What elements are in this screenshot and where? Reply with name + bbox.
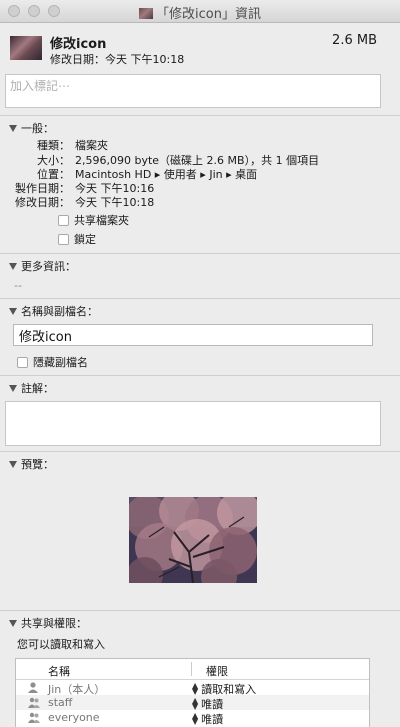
up-down-arrows-icon: ▲ ▼ — [192, 711, 199, 726]
permission-summary: 您可以讀取和寫入 — [17, 638, 105, 651]
shared-folder-checkbox[interactable]: 共享檔案夾 — [58, 212, 129, 228]
user-icon — [28, 682, 38, 693]
section-name-ext-toggle[interactable]: 名稱與副檔名： — [9, 303, 98, 319]
group-icon — [28, 697, 40, 708]
column-name-header[interactable]: 名稱 — [48, 663, 70, 679]
locked-checkbox[interactable]: 鎖定 — [58, 231, 96, 247]
column-separator — [191, 662, 192, 676]
divider — [0, 451, 400, 452]
disclosure-triangle-icon — [9, 384, 17, 392]
section-sharing-toggle[interactable]: 共享與權限： — [9, 615, 87, 631]
disclosure-triangle-icon — [9, 124, 17, 132]
table-row[interactable]: staff ▲ ▼ 唯讀 — [16, 695, 369, 711]
group-icon — [28, 712, 40, 723]
table-header: 名稱 權限 — [16, 659, 369, 680]
name-field[interactable] — [13, 324, 373, 346]
file-name: 修改icon — [50, 37, 107, 52]
row-user-name: staff — [48, 696, 73, 709]
checkbox-box[interactable] — [58, 233, 69, 245]
more-info-value: -- — [14, 279, 22, 292]
folder-thumbnail-icon — [139, 8, 154, 19]
disclosure-triangle-icon — [9, 307, 17, 315]
row-user-name: everyone — [48, 711, 100, 724]
table-row[interactable]: everyone ▲ ▼ 唯讀 — [16, 710, 369, 727]
section-comments-toggle[interactable]: 註解： — [9, 380, 54, 396]
checkbox-box[interactable] — [58, 214, 69, 226]
divider — [0, 115, 400, 116]
column-privilege-header[interactable]: 權限 — [206, 663, 228, 679]
disclosure-triangle-icon — [9, 619, 17, 627]
title-bar[interactable]: 「修改icon」資訊 — [0, 0, 400, 23]
disclosure-triangle-icon — [9, 460, 17, 468]
file-modified: 修改日期：今天 下午10:18 — [50, 53, 185, 66]
window-title: 「修改icon」資訊 — [0, 3, 400, 22]
file-thumbnail — [10, 36, 42, 60]
info-window: 「修改icon」資訊 修改icon 2.6 MB 修改日期：今天 下午10:18… — [0, 0, 400, 727]
privilege-popup[interactable]: ▲ ▼ 唯讀 — [192, 711, 223, 727]
checkbox-box[interactable] — [17, 356, 28, 368]
divider — [0, 298, 400, 299]
tags-input[interactable] — [8, 78, 372, 94]
section-general-toggle[interactable]: 一般： — [9, 120, 54, 136]
table-row[interactable]: Jin（本人） ▲ ▼ 讀取和寫入 — [16, 680, 369, 696]
file-header: 修改icon 2.6 MB 修改日期：今天 下午10:18 — [0, 23, 400, 67]
hide-extension-checkbox[interactable]: 隱藏副檔名 — [17, 354, 88, 370]
preview-image — [129, 497, 257, 583]
up-down-arrows-icon: ▲ ▼ — [192, 681, 199, 696]
divider — [0, 610, 400, 611]
file-size: 2.6 MB — [332, 33, 377, 48]
comments-textarea[interactable] — [5, 401, 381, 446]
section-preview-toggle[interactable]: 預覽： — [9, 456, 54, 472]
section-more-info-toggle[interactable]: 更多資訊： — [9, 258, 76, 274]
divider — [0, 253, 400, 254]
disclosure-triangle-icon — [9, 262, 17, 270]
divider — [0, 375, 400, 376]
name-input[interactable] — [17, 327, 361, 344]
permissions-table: 名稱 權限 Jin（本人） ▲ ▼ 讀取和寫入 staff ▲ ▼ 唯讀 eve… — [15, 658, 370, 727]
tags-field[interactable] — [5, 74, 381, 108]
up-down-arrows-icon: ▲ ▼ — [192, 696, 199, 711]
